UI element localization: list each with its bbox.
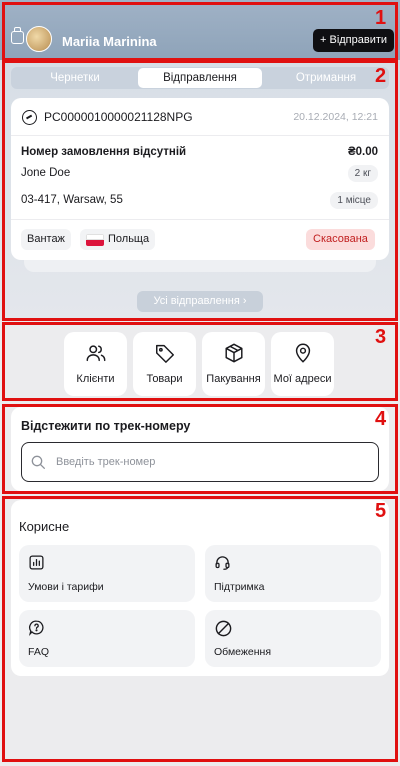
annotation-box-5 [2,496,398,762]
annotation-box-1 [2,2,398,61]
annotation-label-2: 2 [375,65,387,87]
annotation-label-1: 1 [375,7,387,29]
annotation-label-5: 5 [375,500,387,522]
annotation-label-3: 3 [375,326,387,348]
annotation-box-2 [2,60,398,321]
annotation-label-4: 4 [375,408,387,430]
annotation-box-4 [2,404,398,494]
annotation-box-3 [2,322,398,401]
